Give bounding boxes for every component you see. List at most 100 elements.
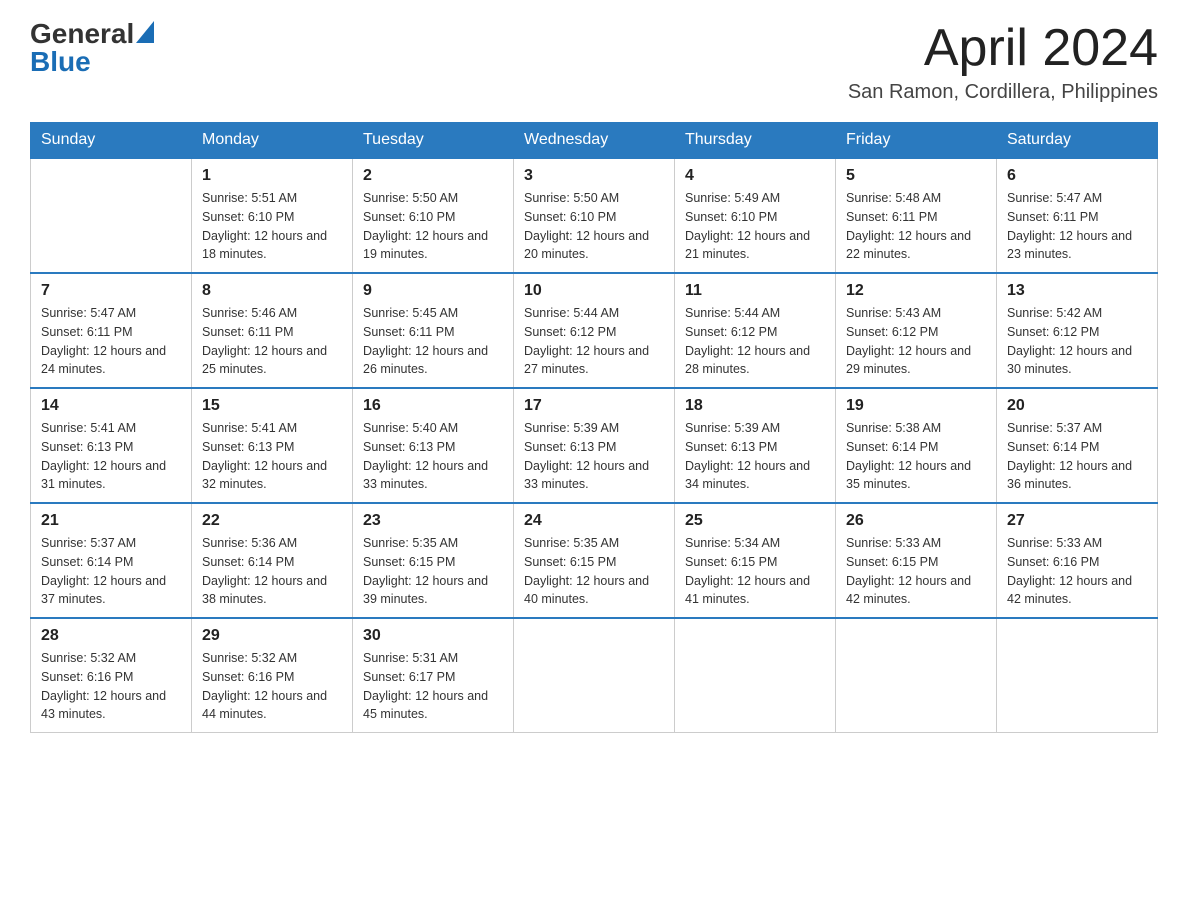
calendar-header-tuesday: Tuesday bbox=[353, 123, 514, 159]
calendar-cell: 6Sunrise: 5:47 AMSunset: 6:11 PMDaylight… bbox=[997, 158, 1158, 273]
day-number: 17 bbox=[524, 397, 664, 415]
location-subtitle: San Ramon, Cordillera, Philippines bbox=[848, 81, 1158, 104]
day-info: Sunrise: 5:32 AMSunset: 6:16 PMDaylight:… bbox=[41, 649, 181, 724]
calendar-cell: 22 Sunrise: 5:36 AMSunset: 6:14 PMDayligh… bbox=[192, 503, 353, 618]
day-info: Sunrise: 5:40 AMSunset: 6:13 PMDaylight:… bbox=[363, 419, 503, 494]
day-number: 21 bbox=[41, 512, 181, 530]
day-info: Sunrise: 5:35 AMSunset: 6:15 PMDaylight:… bbox=[363, 534, 503, 609]
day-number: 13 bbox=[1007, 282, 1147, 300]
day-info: Sunrise: 5:33 AMSunset: 6:15 PMDaylight:… bbox=[846, 534, 986, 609]
calendar-cell: 18 Sunrise: 5:39 AMSunset: 6:13 PMDayligh… bbox=[675, 388, 836, 503]
calendar-cell: 4 Sunrise: 5:49 AMSunset: 6:10 PMDaylight… bbox=[675, 158, 836, 273]
calendar-cell: 17 Sunrise: 5:39 AMSunset: 6:13 PMDayligh… bbox=[514, 388, 675, 503]
calendar-header-sunday: Sunday bbox=[31, 123, 192, 159]
calendar-cell: 21Sunrise: 5:37 AMSunset: 6:14 PMDayligh… bbox=[31, 503, 192, 618]
day-info: Sunrise: 5:36 AMSunset: 6:14 PMDaylight:… bbox=[202, 534, 342, 609]
day-info: Sunrise: 5:48 AMSunset: 6:11 PMDaylight:… bbox=[846, 189, 986, 264]
calendar-cell: 19Sunrise: 5:38 AMSunset: 6:14 PMDayligh… bbox=[836, 388, 997, 503]
day-info: Sunrise: 5:42 AMSunset: 6:12 PMDaylight:… bbox=[1007, 304, 1147, 379]
day-number: 15 bbox=[202, 397, 342, 415]
calendar-header-wednesday: Wednesday bbox=[514, 123, 675, 159]
calendar-cell: 5 Sunrise: 5:48 AMSunset: 6:11 PMDaylight… bbox=[836, 158, 997, 273]
calendar-cell: 20 Sunrise: 5:37 AMSunset: 6:14 PMDayligh… bbox=[997, 388, 1158, 503]
calendar-header-monday: Monday bbox=[192, 123, 353, 159]
calendar-header-row: SundayMondayTuesdayWednesdayThursdayFrid… bbox=[31, 123, 1158, 159]
calendar-cell: 1 Sunrise: 5:51 AMSunset: 6:10 PMDaylight… bbox=[192, 158, 353, 273]
day-info: Sunrise: 5:38 AMSunset: 6:14 PMDaylight:… bbox=[846, 419, 986, 494]
day-number: 12 bbox=[846, 282, 986, 300]
day-number: 16 bbox=[363, 397, 503, 415]
day-number: 7 bbox=[41, 282, 181, 300]
day-info: Sunrise: 5:39 AMSunset: 6:13 PMDaylight:… bbox=[685, 419, 825, 494]
day-info: Sunrise: 5:50 AMSunset: 6:10 PMDaylight:… bbox=[363, 189, 503, 264]
logo-blue-text: Blue bbox=[30, 46, 91, 77]
calendar-cell: 24 Sunrise: 5:35 AMSunset: 6:15 PMDayligh… bbox=[514, 503, 675, 618]
calendar-cell: 12 Sunrise: 5:43 AMSunset: 6:12 PMDayligh… bbox=[836, 273, 997, 388]
day-info: Sunrise: 5:49 AMSunset: 6:10 PMDaylight:… bbox=[685, 189, 825, 264]
calendar-cell: 13 Sunrise: 5:42 AMSunset: 6:12 PMDayligh… bbox=[997, 273, 1158, 388]
day-number: 20 bbox=[1007, 397, 1147, 415]
calendar-week-row: 1 Sunrise: 5:51 AMSunset: 6:10 PMDaylight… bbox=[31, 158, 1158, 273]
day-number: 28 bbox=[41, 627, 181, 645]
calendar-cell: 15Sunrise: 5:41 AMSunset: 6:13 PMDayligh… bbox=[192, 388, 353, 503]
calendar-cell: 26 Sunrise: 5:33 AMSunset: 6:15 PMDayligh… bbox=[836, 503, 997, 618]
day-info: Sunrise: 5:31 AMSunset: 6:17 PMDaylight:… bbox=[363, 649, 503, 724]
calendar-cell: 28 Sunrise: 5:32 AMSunset: 6:16 PMDayligh… bbox=[31, 618, 192, 733]
calendar-week-row: 21Sunrise: 5:37 AMSunset: 6:14 PMDayligh… bbox=[31, 503, 1158, 618]
day-number: 14 bbox=[41, 397, 181, 415]
day-info: Sunrise: 5:51 AMSunset: 6:10 PMDaylight:… bbox=[202, 189, 342, 264]
calendar-header-saturday: Saturday bbox=[997, 123, 1158, 159]
day-number: 22 bbox=[202, 512, 342, 530]
title-section: April 2024 San Ramon, Cordillera, Philip… bbox=[848, 20, 1158, 104]
calendar-cell bbox=[514, 618, 675, 733]
day-number: 18 bbox=[685, 397, 825, 415]
logo-triangle-icon bbox=[136, 21, 154, 43]
logo-general-text: General bbox=[30, 20, 134, 48]
day-info: Sunrise: 5:44 AMSunset: 6:12 PMDaylight:… bbox=[685, 304, 825, 379]
day-number: 25 bbox=[685, 512, 825, 530]
day-number: 4 bbox=[685, 167, 825, 185]
calendar-week-row: 7Sunrise: 5:47 AMSunset: 6:11 PMDaylight… bbox=[31, 273, 1158, 388]
calendar-cell: 14Sunrise: 5:41 AMSunset: 6:13 PMDayligh… bbox=[31, 388, 192, 503]
day-info: Sunrise: 5:39 AMSunset: 6:13 PMDaylight:… bbox=[524, 419, 664, 494]
day-info: Sunrise: 5:43 AMSunset: 6:12 PMDaylight:… bbox=[846, 304, 986, 379]
day-info: Sunrise: 5:33 AMSunset: 6:16 PMDaylight:… bbox=[1007, 534, 1147, 609]
calendar-cell: 29 Sunrise: 5:32 AMSunset: 6:16 PMDayligh… bbox=[192, 618, 353, 733]
day-info: Sunrise: 5:47 AMSunset: 6:11 PMDaylight:… bbox=[1007, 189, 1147, 264]
day-number: 11 bbox=[685, 282, 825, 300]
calendar-cell bbox=[836, 618, 997, 733]
day-number: 26 bbox=[846, 512, 986, 530]
calendar-cell: 25Sunrise: 5:34 AMSunset: 6:15 PMDayligh… bbox=[675, 503, 836, 618]
month-year-title: April 2024 bbox=[848, 20, 1158, 77]
day-number: 29 bbox=[202, 627, 342, 645]
calendar-cell: 23 Sunrise: 5:35 AMSunset: 6:15 PMDayligh… bbox=[353, 503, 514, 618]
calendar-cell: 3Sunrise: 5:50 AMSunset: 6:10 PMDaylight… bbox=[514, 158, 675, 273]
calendar-cell bbox=[31, 158, 192, 273]
day-info: Sunrise: 5:45 AMSunset: 6:11 PMDaylight:… bbox=[363, 304, 503, 379]
calendar-cell: 9 Sunrise: 5:45 AMSunset: 6:11 PMDaylight… bbox=[353, 273, 514, 388]
calendar-week-row: 28 Sunrise: 5:32 AMSunset: 6:16 PMDayligh… bbox=[31, 618, 1158, 733]
day-number: 30 bbox=[363, 627, 503, 645]
calendar-cell bbox=[675, 618, 836, 733]
logo: General Blue bbox=[30, 20, 154, 76]
calendar-cell: 30 Sunrise: 5:31 AMSunset: 6:17 PMDayligh… bbox=[353, 618, 514, 733]
day-number: 1 bbox=[202, 167, 342, 185]
page-header: General Blue April 2024 San Ramon, Cordi… bbox=[30, 20, 1158, 104]
calendar-cell: 11 Sunrise: 5:44 AMSunset: 6:12 PMDayligh… bbox=[675, 273, 836, 388]
calendar-header-thursday: Thursday bbox=[675, 123, 836, 159]
calendar-cell: 16 Sunrise: 5:40 AMSunset: 6:13 PMDayligh… bbox=[353, 388, 514, 503]
day-number: 5 bbox=[846, 167, 986, 185]
day-info: Sunrise: 5:37 AMSunset: 6:14 PMDaylight:… bbox=[1007, 419, 1147, 494]
day-info: Sunrise: 5:46 AMSunset: 6:11 PMDaylight:… bbox=[202, 304, 342, 379]
calendar-cell: 27Sunrise: 5:33 AMSunset: 6:16 PMDayligh… bbox=[997, 503, 1158, 618]
day-number: 23 bbox=[363, 512, 503, 530]
day-info: Sunrise: 5:44 AMSunset: 6:12 PMDaylight:… bbox=[524, 304, 664, 379]
day-number: 9 bbox=[363, 282, 503, 300]
calendar-cell: 2Sunrise: 5:50 AMSunset: 6:10 PMDaylight… bbox=[353, 158, 514, 273]
day-number: 24 bbox=[524, 512, 664, 530]
calendar-week-row: 14Sunrise: 5:41 AMSunset: 6:13 PMDayligh… bbox=[31, 388, 1158, 503]
day-info: Sunrise: 5:32 AMSunset: 6:16 PMDaylight:… bbox=[202, 649, 342, 724]
day-info: Sunrise: 5:35 AMSunset: 6:15 PMDaylight:… bbox=[524, 534, 664, 609]
calendar-header-friday: Friday bbox=[836, 123, 997, 159]
day-number: 10 bbox=[524, 282, 664, 300]
